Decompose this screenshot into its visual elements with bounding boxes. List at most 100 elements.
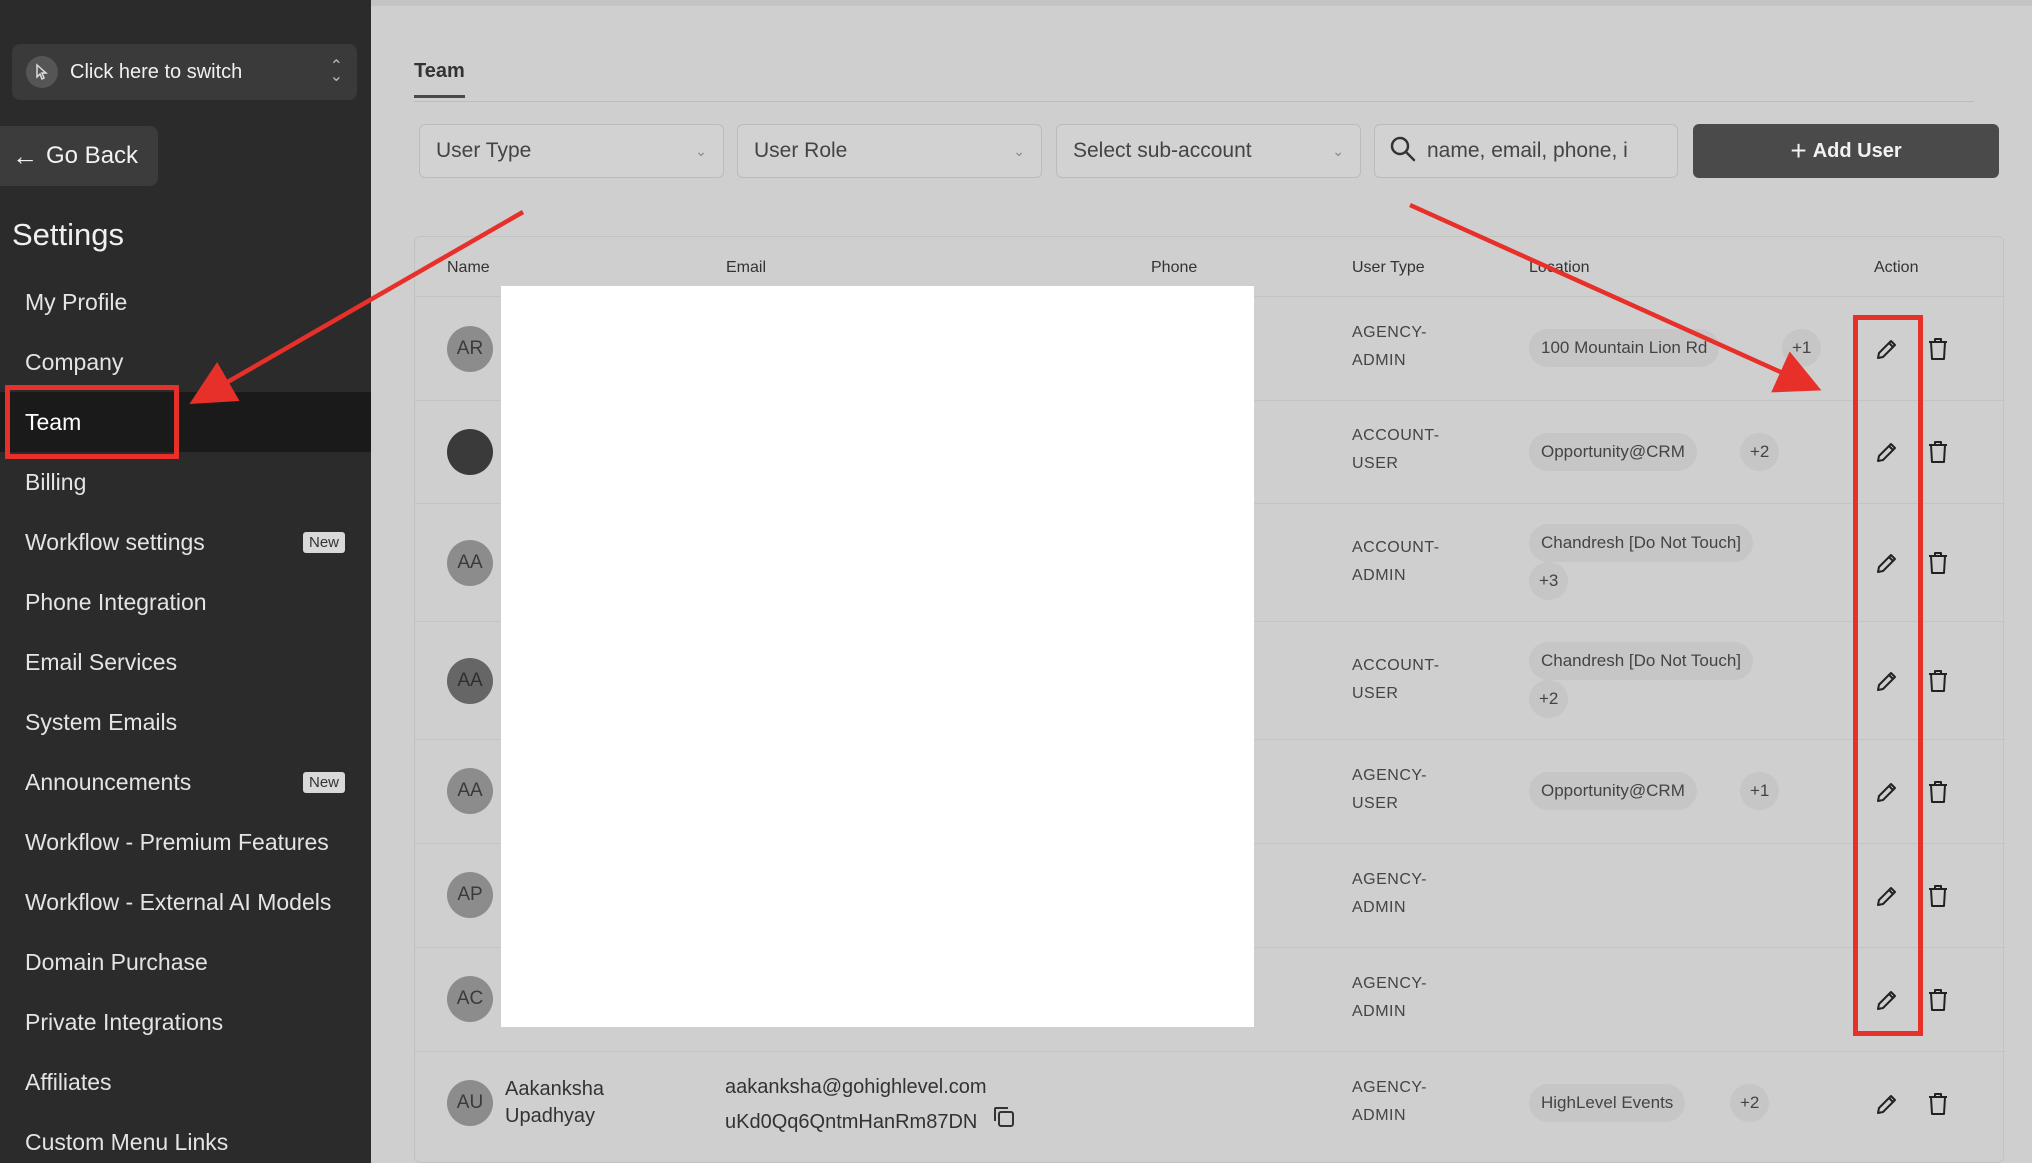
avatar: AA — [447, 768, 493, 814]
location-more-chip[interactable]: +1 — [1782, 329, 1822, 367]
search-box[interactable] — [1374, 124, 1678, 178]
location-more-chip[interactable]: +3 — [1529, 562, 1569, 600]
chevron-down-icon: ⌄ — [1332, 142, 1344, 159]
location-chip: 100 Mountain Lion Rd — [1529, 329, 1720, 367]
user-type-cell: ACCOUNT- ADMIN — [1352, 534, 1440, 590]
account-switcher[interactable]: Click here to switch ⌃ ⌄ — [12, 44, 357, 100]
user-type-cell: ACCOUNT- USER — [1352, 652, 1440, 708]
tab-divider — [414, 101, 1974, 102]
user-type-line: ADMIN — [1352, 567, 1407, 584]
edit-column-highlight-box — [1853, 315, 1923, 1036]
sidebar-item-label: Email Services — [25, 648, 178, 675]
sidebar-item-label: Domain Purchase — [25, 948, 208, 975]
user-type-line: ADMIN — [1352, 899, 1407, 916]
trash-icon[interactable] — [1920, 774, 1956, 810]
user-type-cell: ACCOUNT- USER — [1352, 422, 1440, 478]
trash-icon[interactable] — [1920, 331, 1956, 367]
user-first-name: Aakanksha — [505, 1078, 604, 1100]
user-role-select[interactable]: User Role ⌄ — [737, 124, 1042, 178]
sidebar-item-workflow-settings[interactable]: Workflow settings New — [0, 512, 371, 572]
switcher-label: Click here to switch — [70, 60, 243, 83]
go-back-button[interactable]: ← Go Back — [0, 126, 158, 186]
new-badge: New — [302, 531, 345, 553]
tab-team[interactable]: Team — [414, 60, 465, 98]
sidebar-item-label: Company — [25, 348, 124, 375]
location-more-chip[interactable]: +2 — [1529, 680, 1569, 718]
user-type-cell: AGENCY- ADMIN — [1352, 319, 1427, 375]
avatar: AR — [447, 326, 493, 372]
user-type-cell: AGENCY- USER — [1352, 762, 1427, 818]
user-type-line: ACCOUNT- — [1352, 657, 1440, 674]
user-type-line: USER — [1352, 795, 1399, 812]
column-header-name[interactable]: Name — [447, 259, 490, 277]
trash-icon[interactable] — [1920, 434, 1956, 470]
sidebar-item-label: System Emails — [25, 708, 178, 735]
settings-title: Settings — [12, 217, 125, 252]
sidebar-item-label: Custom Menu Links — [25, 1128, 229, 1155]
location-more-chip[interactable]: +2 — [1740, 433, 1780, 471]
sidebar-item-company[interactable]: Company — [0, 332, 371, 392]
location-chip: Opportunity@CRM — [1529, 433, 1697, 471]
team-highlight-box — [5, 385, 179, 459]
sidebar-item-private-integrations[interactable]: Private Integrations — [0, 992, 371, 1052]
copy-icon[interactable] — [991, 1104, 1017, 1141]
search-icon — [1389, 135, 1417, 168]
edit-icon[interactable] — [1869, 1086, 1905, 1122]
sidebar: Click here to switch ⌃ ⌄ ← Go Back Settin… — [0, 0, 371, 1163]
sidebar-item-affiliates[interactable]: Affiliates — [0, 1052, 371, 1112]
sidebar-item-label: Billing — [25, 468, 87, 495]
avatar: AA — [447, 658, 493, 704]
column-header-user-type[interactable]: User Type — [1352, 259, 1425, 277]
sidebar-item-label: Announcements — [25, 768, 192, 795]
search-input[interactable] — [1427, 139, 1637, 163]
sidebar-item-my-profile[interactable]: My Profile — [0, 272, 371, 332]
table-row[interactable]: AU Aakanksha Upadhyay aakanksha@gohighlev… — [415, 1051, 2005, 1155]
user-email: aakanksha@gohighlevel.com — [725, 1076, 987, 1098]
user-type-line: AGENCY- — [1352, 767, 1427, 784]
new-badge: New — [302, 771, 345, 793]
redacted-region — [501, 286, 1254, 1027]
chevron-down-icon: ⌄ — [1013, 142, 1025, 159]
column-header-phone[interactable]: Phone — [1151, 259, 1197, 277]
user-type-select[interactable]: User Type ⌄ — [419, 124, 724, 178]
location-more-chip[interactable]: +1 — [1740, 772, 1780, 810]
trash-icon[interactable] — [1920, 878, 1956, 914]
avatar: AC — [447, 976, 493, 1022]
sub-account-label: Select sub-account — [1073, 139, 1252, 162]
trash-icon[interactable] — [1920, 545, 1956, 581]
user-type-line: AGENCY- — [1352, 1079, 1427, 1096]
sidebar-item-workflow-ai-models[interactable]: Workflow - External AI Models — [0, 872, 371, 932]
go-back-label: Go Back — [46, 142, 139, 169]
add-user-button[interactable]: + Add User — [1693, 124, 1999, 178]
sidebar-item-label: Workflow - External AI Models — [25, 888, 332, 915]
user-type-line: ADMIN — [1352, 1107, 1407, 1124]
top-divider — [371, 0, 2032, 6]
sidebar-item-phone-integration[interactable]: Phone Integration — [0, 572, 371, 632]
user-type-cell: AGENCY- ADMIN — [1352, 1074, 1427, 1130]
sidebar-item-label: My Profile — [25, 288, 128, 315]
user-type-line: ADMIN — [1352, 352, 1407, 369]
email-cell: aakanksha@gohighlevel.com uKd0Qq6QntmHan… — [725, 1070, 1017, 1141]
sub-account-select[interactable]: Select sub-account ⌄ — [1056, 124, 1361, 178]
user-type-label: User Type — [436, 139, 532, 162]
column-header-location[interactable]: Location — [1529, 259, 1590, 277]
trash-icon[interactable] — [1920, 663, 1956, 699]
sidebar-item-system-emails[interactable]: System Emails — [0, 692, 371, 752]
location-chip: Chandresh [Do Not Touch] — [1529, 642, 1754, 680]
chevron-down-icon: ⌄ — [695, 142, 707, 159]
sidebar-item-email-services[interactable]: Email Services — [0, 632, 371, 692]
trash-icon[interactable] — [1920, 1086, 1956, 1122]
sidebar-item-workflow-premium[interactable]: Workflow - Premium Features — [0, 812, 371, 872]
user-type-line: ACCOUNT- — [1352, 539, 1440, 556]
location-more-chip[interactable]: +2 — [1730, 1084, 1770, 1122]
trash-icon[interactable] — [1920, 982, 1956, 1018]
user-type-line: AGENCY- — [1352, 871, 1427, 888]
sidebar-item-custom-menu-links[interactable]: Custom Menu Links — [0, 1112, 371, 1163]
user-last-name: Upadhyay — [505, 1105, 596, 1127]
sidebar-item-announcements[interactable]: Announcements New — [0, 752, 371, 812]
sidebar-item-domain-purchase[interactable]: Domain Purchase — [0, 932, 371, 992]
sidebar-item-billing[interactable]: Billing — [0, 452, 371, 512]
column-header-action[interactable]: Action — [1874, 259, 1918, 277]
user-type-line: AGENCY- — [1352, 324, 1427, 341]
column-header-email[interactable]: Email — [726, 259, 766, 277]
